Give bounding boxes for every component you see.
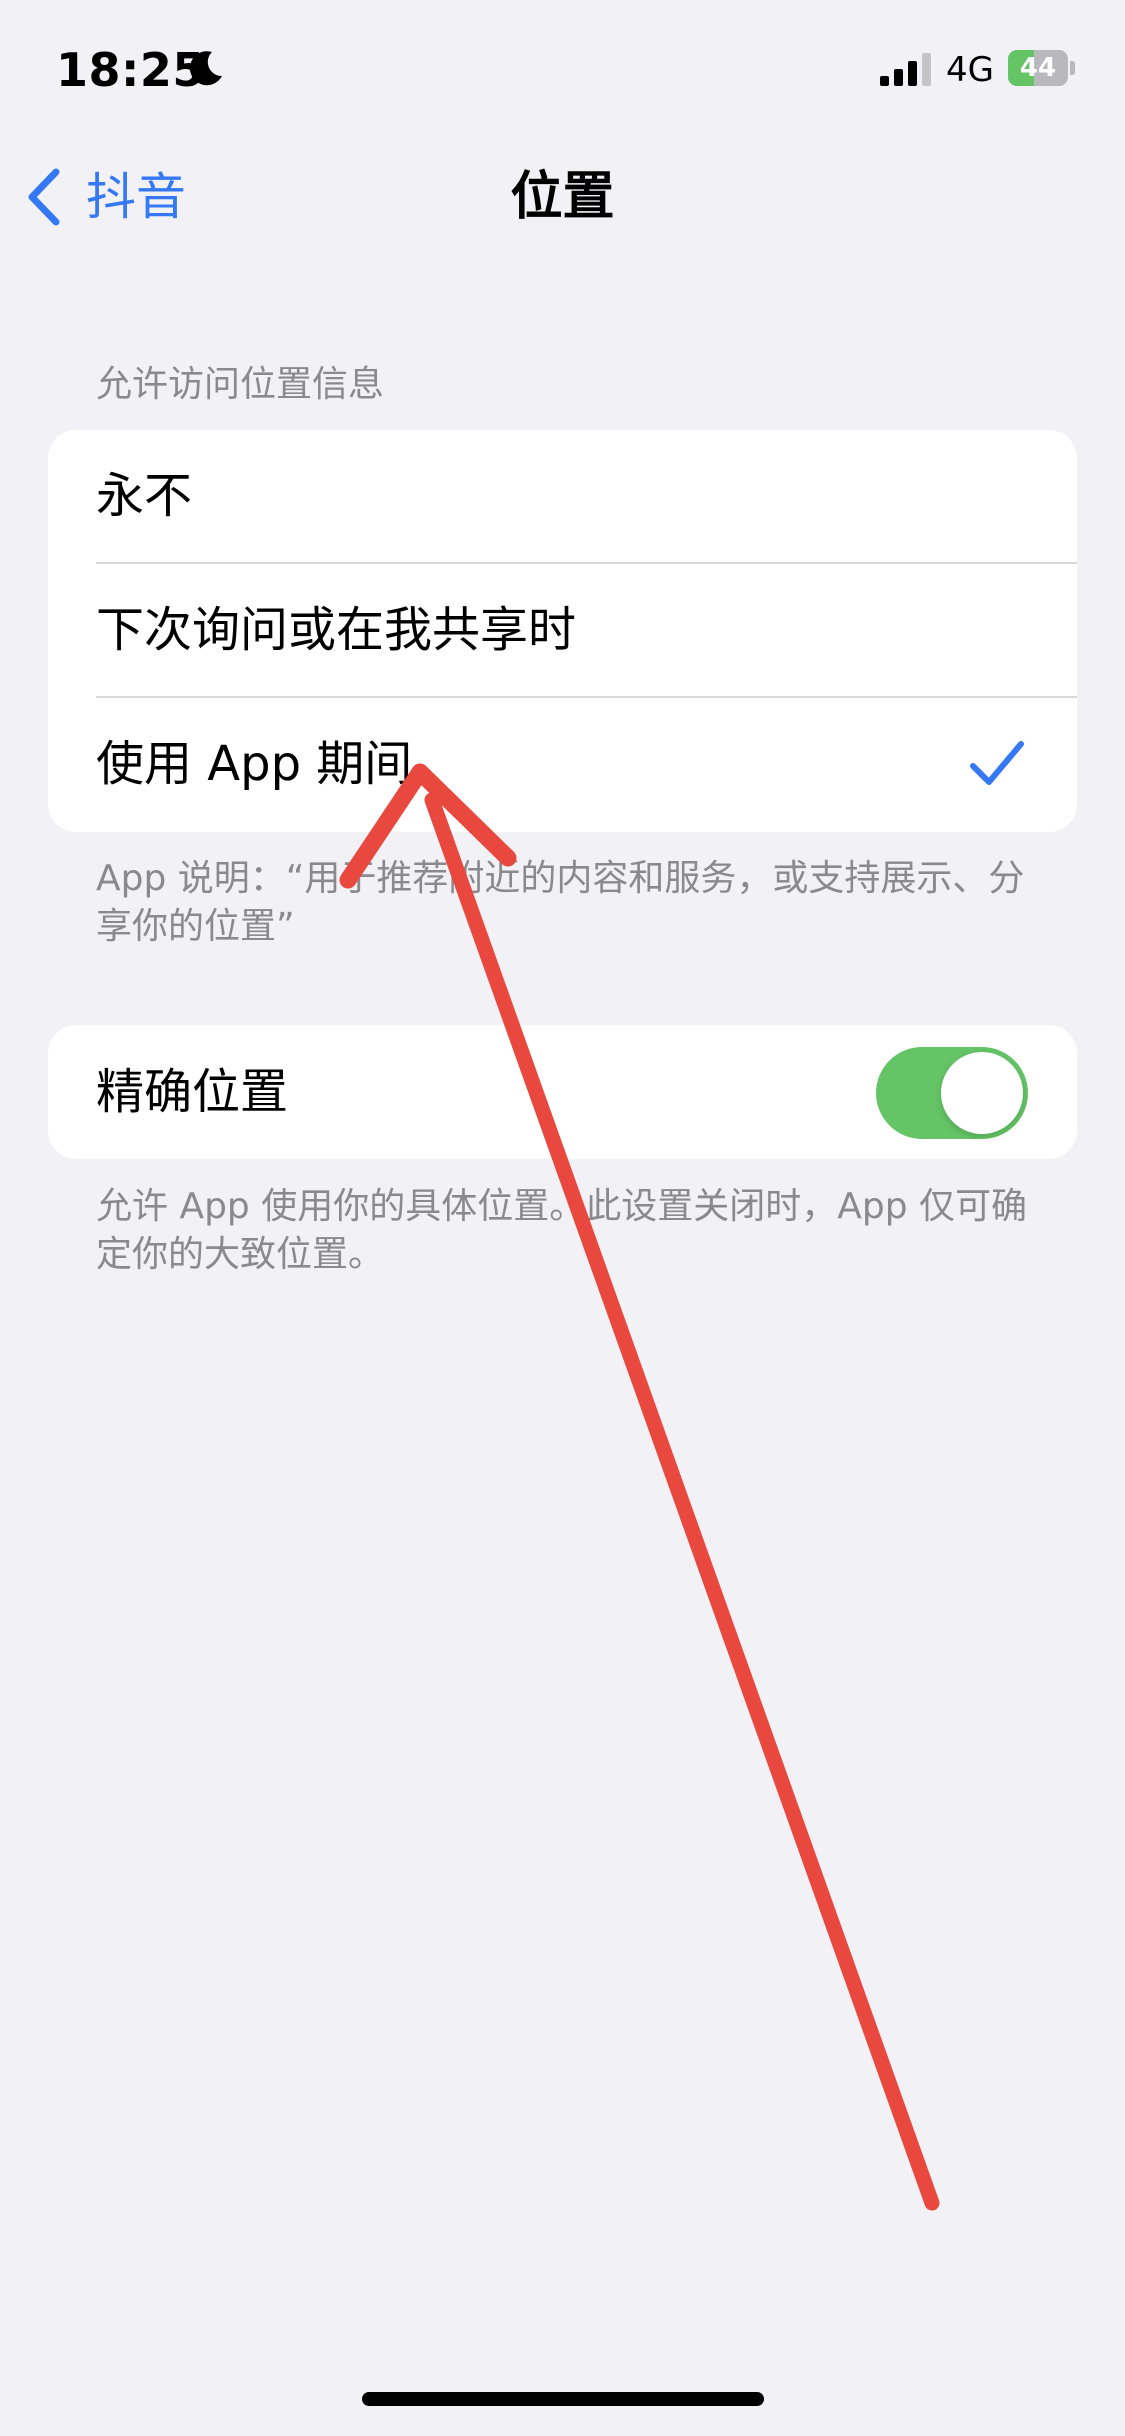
option-ask-next-time[interactable]: 下次询问或在我共享时 <box>48 564 1077 696</box>
option-never[interactable]: 永不 <box>48 430 1077 562</box>
battery-level: 44 <box>1019 53 1057 83</box>
option-label: 永不 <box>96 468 193 524</box>
precise-location-toggle[interactable] <box>876 1047 1028 1139</box>
app-explanation-footnote: App 说明：“用于推荐附近的内容和服务，或支持展示、分享你的位置” <box>96 858 1025 947</box>
toggle-knob <box>941 1052 1023 1134</box>
precise-location-footnote: 允许 App 使用你的具体位置。此设置关闭时，App 仅可确定你的大致位置。 <box>96 1186 1027 1275</box>
option-label: 使用 App 期间 <box>96 736 413 792</box>
back-button[interactable]: 抖音 <box>24 160 186 234</box>
status-bar: 18:25 4G 44 <box>0 0 1125 135</box>
option-label: 下次询问或在我共享时 <box>96 602 577 658</box>
moon-icon <box>189 51 222 86</box>
signal-icon <box>880 53 931 86</box>
precise-location-row: 精确位置 <box>48 1025 1077 1159</box>
precise-location-label: 精确位置 <box>96 1064 289 1120</box>
network-type: 4G <box>946 50 994 90</box>
checkmark-icon <box>970 741 1024 785</box>
back-button-label: 抖音 <box>86 168 186 226</box>
battery-icon: 44 <box>1008 50 1076 86</box>
home-indicator <box>362 2392 764 2406</box>
section-header-location-access: 允许访问位置信息 <box>96 364 385 405</box>
location-access-options: 永不 下次询问或在我共享时 使用 App 期间 <box>48 430 1077 832</box>
status-time: 18:25 <box>56 43 205 97</box>
chevron-left-icon <box>28 168 60 226</box>
option-while-using-app[interactable]: 使用 App 期间 <box>48 698 1077 830</box>
